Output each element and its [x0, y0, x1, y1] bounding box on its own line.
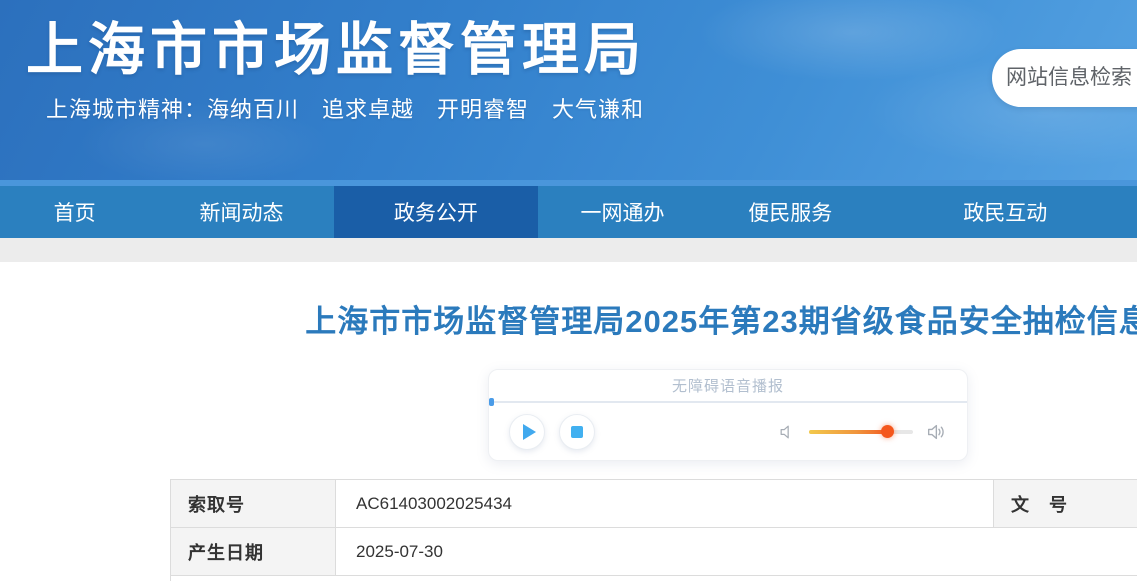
nav-item-news[interactable]: 新闻动态 — [149, 186, 333, 238]
nav-item-one-stop-services[interactable]: 一网通办 — [538, 186, 707, 238]
page-content: 上海市市场监督管理局2025年第23期省级食品安全抽检信息 无障碍语音播报 索取… — [170, 296, 1137, 581]
site-title: 上海市市场监督管理局 — [26, 18, 646, 82]
audio-player-label: 无障碍语音播报 — [671, 378, 784, 395]
volume-high-icon — [927, 424, 944, 439]
volume-low-icon — [780, 425, 789, 438]
sub-nav-band — [0, 238, 1137, 262]
play-button[interactable] — [509, 413, 545, 450]
nav-list: 首页 新闻动态 政务公开 一网通办 便民服务 政民互动 — [0, 186, 1137, 238]
nav-item-public-services[interactable]: 便民服务 — [707, 186, 874, 238]
stop-button[interactable] — [559, 413, 595, 450]
accessibility-audio-player: 无障碍语音播报 — [488, 369, 968, 461]
search-input[interactable] — [992, 49, 1137, 107]
play-icon — [522, 423, 536, 440]
cutoff-row-cell — [170, 575, 1137, 581]
index-number-label: 索取号 — [170, 479, 336, 528]
index-number-value: AC61403002025434 — [335, 479, 994, 528]
volume-slider[interactable] — [809, 424, 913, 438]
audio-progress-bar[interactable] — [489, 398, 967, 406]
stop-icon — [571, 425, 583, 438]
table-row-cutoff — [170, 575, 1137, 581]
volume-thumb[interactable] — [881, 424, 895, 438]
document-info-table: 索取号 AC61403002025434 文 号 产生日期 2025-07-30 — [170, 479, 1137, 581]
table-row: 产生日期 2025-07-30 — [170, 527, 1137, 576]
nav-item-gov-disclosure[interactable]: 政务公开 — [333, 186, 539, 238]
main-nav: 首页 新闻动态 政务公开 一网通办 便民服务 政民互动 — [0, 180, 1137, 238]
article-title: 上海市市场监督管理局2025年第23期省级食品安全抽检信息 — [305, 304, 1137, 339]
issue-date-value: 2025-07-30 — [335, 527, 1137, 576]
audio-controls — [489, 403, 967, 460]
city-spirit-slogan: 上海城市精神：海纳百川 追求卓越 开明睿智 大气谦和 — [46, 97, 645, 122]
audio-progress-thumb[interactable] — [489, 398, 494, 406]
table-row: 索取号 AC61403002025434 文 号 — [170, 479, 1137, 528]
document-number-label: 文 号 — [993, 479, 1137, 528]
nav-item-public-interaction[interactable]: 政民互动 — [874, 186, 1137, 238]
issue-date-label: 产生日期 — [170, 527, 336, 576]
nav-item-home[interactable]: 首页 — [0, 186, 149, 238]
volume-fill — [809, 429, 889, 434]
site-header: 上海市市场监督管理局 上海城市精神：海纳百川 追求卓越 开明睿智 大气谦和 — [0, 0, 1137, 180]
